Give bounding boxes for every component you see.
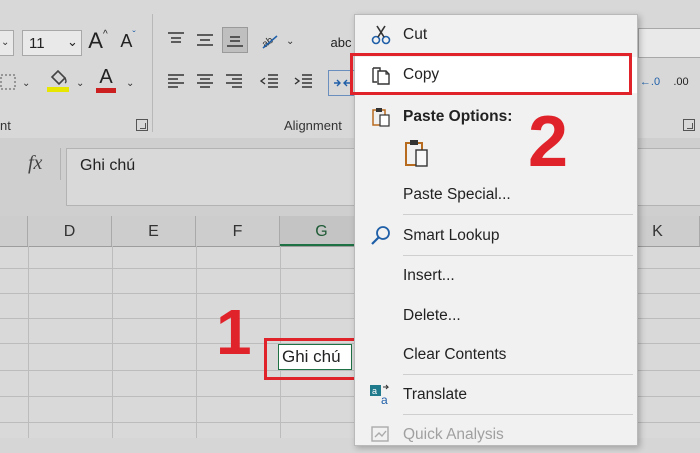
menu-label-quick-analysis: Quick Analysis xyxy=(403,426,504,443)
paste-option-button[interactable] xyxy=(401,135,433,171)
column-header-E[interactable]: E xyxy=(112,216,196,246)
translate-icon: aa xyxy=(369,383,393,407)
align-bottom-icon xyxy=(227,36,243,47)
chevron-down-icon: ⌄ xyxy=(67,34,78,49)
paint-bucket-icon xyxy=(47,69,69,92)
step-1-label: 1 xyxy=(216,296,252,368)
align-left-icon xyxy=(168,74,184,88)
quick-analysis-icon xyxy=(369,423,393,447)
col-line xyxy=(28,246,29,438)
menu-separator xyxy=(403,214,633,215)
menu-label-smart-lookup: Smart Lookup xyxy=(403,227,500,244)
font-dialog-launcher[interactable] xyxy=(136,119,148,131)
column-header-C[interactable] xyxy=(0,216,28,246)
search-icon xyxy=(369,224,393,248)
fill-color-dropdown[interactable]: ⌄ xyxy=(76,78,84,89)
increase-font-size-button[interactable]: A ^ xyxy=(86,28,110,53)
increase-decimal-button[interactable]: ←.0 xyxy=(636,70,664,94)
svg-text:ab: ab xyxy=(260,35,276,50)
bottom-align-button[interactable] xyxy=(222,27,248,53)
middle-align-button[interactable] xyxy=(193,28,217,52)
align-right-icon xyxy=(226,74,242,88)
font-group-label: nt xyxy=(0,118,11,133)
decrease-font-icon: A xyxy=(120,30,133,51)
outdent-icon xyxy=(260,74,278,88)
borders-icon xyxy=(0,74,16,90)
menu-label-paste-options: Paste Options: xyxy=(403,108,513,125)
ribbon-separator xyxy=(152,14,153,132)
col-line xyxy=(196,246,197,438)
fx-icon: fx xyxy=(28,152,43,174)
number-format-dropdown[interactable] xyxy=(638,28,700,58)
menu-label-delete: Delete... xyxy=(403,307,461,324)
orientation-button[interactable]: ab xyxy=(258,28,282,52)
menu-item-quick-analysis: Quick Analysis xyxy=(355,417,637,453)
wrap-text-label: ab xyxy=(330,34,345,50)
insert-function-button[interactable]: fx xyxy=(0,148,61,180)
step-2-label: 2 xyxy=(528,102,569,182)
merge-icon xyxy=(334,79,350,87)
font-size-value: 11 xyxy=(29,35,45,52)
menu-label-cut: Cut xyxy=(403,26,428,43)
highlight-box-cell xyxy=(264,338,367,380)
column-header-D[interactable]: D xyxy=(28,216,112,246)
menu-item-translate[interactable]: aa Translate xyxy=(355,377,637,413)
svg-text:a: a xyxy=(372,386,377,396)
decrease-decimal-button[interactable]: .00 xyxy=(666,70,696,94)
indent-icon xyxy=(294,74,312,88)
menu-item-clear-contents[interactable]: Clear Contents xyxy=(355,337,637,373)
column-header-G[interactable]: G xyxy=(280,216,364,246)
font-color-button[interactable]: A xyxy=(94,65,118,93)
menu-item-paste-special[interactable]: Paste Special... xyxy=(355,177,637,213)
borders-button[interactable] xyxy=(0,70,20,94)
align-top-icon xyxy=(168,32,184,43)
text-orientation-icon: ab xyxy=(260,35,278,50)
increase-indent-button[interactable] xyxy=(292,70,316,94)
menu-item-delete[interactable]: Delete... xyxy=(355,298,637,334)
column-header-F[interactable]: F xyxy=(196,216,280,246)
menu-header-paste-options: Paste Options: xyxy=(355,99,637,135)
scissors-icon xyxy=(369,23,393,47)
align-right-button[interactable] xyxy=(222,70,246,94)
menu-label-paste-special: Paste Special... xyxy=(403,186,511,203)
menu-item-cut[interactable]: Cut xyxy=(355,17,637,53)
decrease-indent-button[interactable] xyxy=(258,70,282,94)
borders-dropdown[interactable]: ⌄ xyxy=(22,78,30,89)
increase-font-icon: A xyxy=(88,28,103,53)
menu-item-smart-lookup[interactable]: Smart Lookup xyxy=(355,218,637,254)
font-color-dropdown[interactable]: ⌄ xyxy=(126,78,134,89)
wrap-text-label-suffix: c xyxy=(344,34,352,50)
orientation-dropdown[interactable]: ⌄ xyxy=(286,36,294,47)
decrease-decimal-icon: .00 xyxy=(673,76,689,88)
align-middle-icon xyxy=(197,34,213,46)
number-dialog-launcher[interactable] xyxy=(683,119,695,131)
align-left-button[interactable] xyxy=(164,70,188,94)
menu-label-clear-contents: Clear Contents xyxy=(403,346,507,363)
font-color-icon: A xyxy=(99,65,113,88)
menu-separator xyxy=(403,414,633,415)
highlight-box-copy xyxy=(350,53,632,95)
svg-text:a: a xyxy=(381,393,388,407)
font-size-dropdown[interactable]: 11 ⌄ xyxy=(22,30,82,56)
clipboard-icon xyxy=(405,140,428,167)
increase-decimal-icon: ←.0 xyxy=(639,76,661,88)
menu-separator xyxy=(403,374,633,375)
menu-separator xyxy=(403,255,633,256)
font-name-dropdown[interactable]: ⌄ xyxy=(0,30,14,56)
decrease-font-size-button[interactable]: Aˇ xyxy=(116,29,140,53)
menu-item-insert[interactable]: Insert... xyxy=(355,258,637,294)
fill-color-button[interactable] xyxy=(46,68,70,92)
col-line xyxy=(112,246,113,438)
menu-label-translate: Translate xyxy=(403,386,468,403)
font-color-swatch xyxy=(96,88,116,93)
paste-icon xyxy=(369,105,393,129)
align-center-icon xyxy=(197,74,213,88)
top-align-button[interactable] xyxy=(164,28,188,52)
menu-label-insert: Insert... xyxy=(403,267,455,284)
alignment-group-label: Alignment xyxy=(284,118,342,133)
align-center-button[interactable] xyxy=(193,70,217,94)
wrap-text-button[interactable]: ab c xyxy=(328,30,354,54)
